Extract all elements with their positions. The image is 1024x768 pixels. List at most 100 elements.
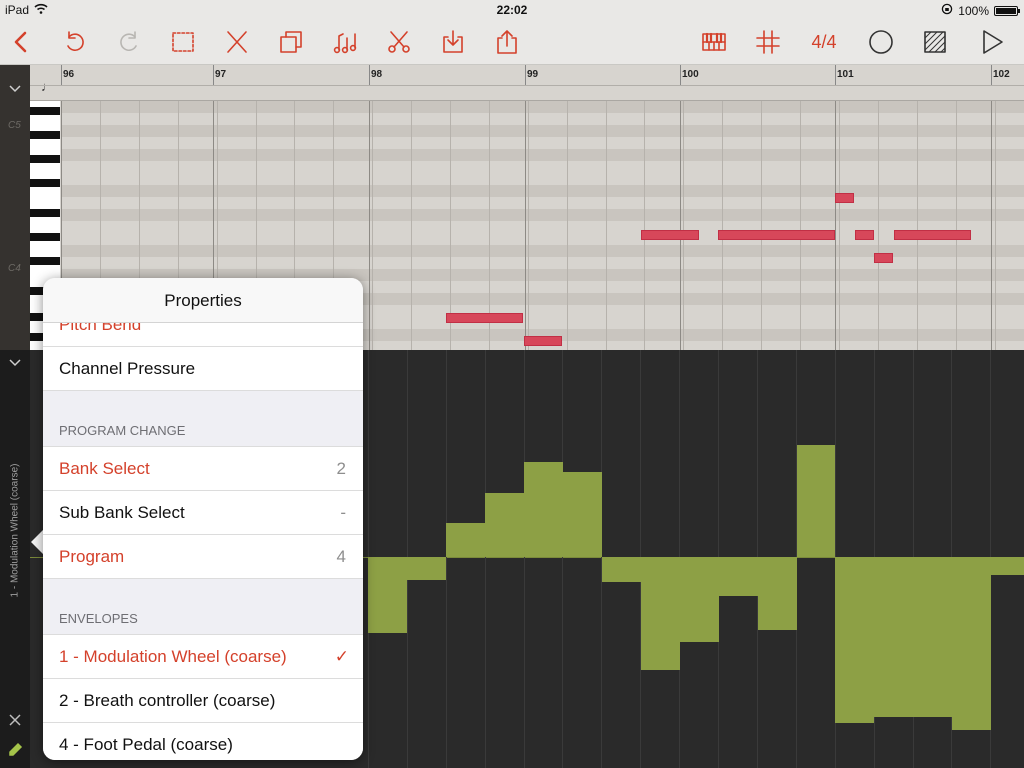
envelope-bar[interactable] [797,445,835,557]
grid-row [61,233,1024,245]
bar-line [525,101,526,350]
midi-note[interactable] [874,253,893,263]
grid-line [761,101,762,350]
grid-row [61,209,1024,221]
midi-note[interactable] [835,193,854,203]
row-sub-bank-select[interactable]: Sub Bank Select - [43,491,363,535]
bar-number: 100 [682,69,699,80]
close-lane-icon[interactable] [7,712,23,728]
lane-grid-line [524,350,525,768]
envelope-bar[interactable] [407,557,446,580]
row-pitch-bend[interactable]: Pitch Bend [43,323,363,347]
envelope-bar[interactable] [874,557,952,717]
black-key[interactable] [30,209,60,217]
grid-row [61,197,1024,209]
lane-chevron-icon[interactable] [8,356,22,370]
row-envelope-1[interactable]: 1 - Modulation Wheel (coarse) ✓ [43,635,363,679]
bar-line [835,101,836,350]
envelope-bar[interactable] [758,557,797,630]
black-key[interactable] [30,131,60,139]
envelope-bar[interactable] [680,557,719,642]
envelope-bar[interactable] [952,557,991,730]
play-icon[interactable] [976,26,1008,58]
editor-sidebar: C5 C4 [0,65,30,350]
bar-line [369,101,370,350]
cut-icon[interactable] [383,26,415,58]
bar-number: 97 [215,69,227,80]
row-value: 2 [336,459,346,478]
grid-line [411,101,412,350]
import-icon[interactable] [437,26,469,58]
grid-line [878,101,879,350]
octave-label-c4: C4 [8,263,21,274]
grid-line [722,101,723,350]
note-value-icon[interactable]: ♩ [41,79,54,94]
midi-note[interactable] [524,336,562,346]
bar-tick [991,65,992,85]
lane-sidebar: 1 - Modulation Wheel (coarse) [0,350,30,768]
popover-arrow [31,530,43,554]
back-icon[interactable] [5,26,37,58]
collapse-chevron-icon[interactable] [8,82,22,96]
undo-icon[interactable] [59,26,91,58]
envelope-bar[interactable] [524,462,563,557]
grid-icon[interactable] [752,26,784,58]
bar-number: 98 [371,69,383,80]
bar-tick [369,65,370,85]
grid-line [372,101,373,350]
black-key[interactable] [30,107,60,115]
circle-icon[interactable] [865,26,897,58]
time-signature[interactable]: 4/4 [806,32,842,53]
share-icon[interactable] [491,26,523,58]
octave-label-c5: C5 [8,120,21,131]
row-label: Pitch Bend [59,323,142,334]
midi-note[interactable] [894,230,971,240]
hatch-icon[interactable] [919,26,951,58]
midi-note[interactable] [718,230,835,240]
envelope-bar[interactable] [368,557,407,633]
black-key[interactable] [30,155,60,163]
delete-icon[interactable] [221,26,253,58]
midi-note[interactable] [446,313,523,323]
envelope-bar[interactable] [446,523,485,557]
select-icon[interactable] [167,26,199,58]
properties-list[interactable]: Pitch Bend Channel Pressure PROGRAM CHAN… [43,323,363,760]
piano-icon[interactable] [698,26,730,58]
envelope-bar[interactable] [719,557,758,596]
row-label: 4 - Foot Pedal (coarse) [59,735,233,754]
grid-line [917,101,918,350]
grid-row [61,173,1024,185]
row-envelope-4[interactable]: 4 - Foot Pedal (coarse) [43,723,363,760]
row-envelope-2[interactable]: 2 - Breath controller (coarse) [43,679,363,723]
bar-tick [680,65,681,85]
lane-label[interactable]: 1 - Modulation Wheel (coarse) [10,441,21,621]
row-value: - [340,503,346,522]
bar-tick [61,65,62,85]
black-key[interactable] [30,257,60,265]
envelope-bar[interactable] [485,493,524,557]
bar-tick [525,65,526,85]
midi-note[interactable] [641,230,699,240]
pencil-icon[interactable] [7,742,23,758]
app-root: { "status": {"device": "iPad", "time": "… [0,0,1024,768]
grid-line [800,101,801,350]
midi-note[interactable] [855,230,874,240]
envelope-bar[interactable] [602,557,641,582]
black-key[interactable] [30,179,60,187]
battery-percent: 100% [958,3,989,18]
row-channel-pressure[interactable]: Channel Pressure [43,347,363,391]
row-bank-select[interactable]: Bank Select 2 [43,447,363,491]
notes-icon[interactable] [329,26,361,58]
row-program[interactable]: Program 4 [43,535,363,579]
envelope-bar[interactable] [563,472,602,557]
envelope-bar[interactable] [641,557,680,670]
redo-icon[interactable] [113,26,145,58]
lane-grid-line [446,350,447,768]
envelope-bar[interactable] [835,557,874,723]
envelope-bar[interactable] [991,557,1024,575]
grid-row [61,161,1024,173]
toolbar: 4/4 [0,20,1024,65]
black-key[interactable] [30,233,60,241]
copy-icon[interactable] [275,26,307,58]
status-bar: iPad 22:02 100% [0,0,1024,20]
